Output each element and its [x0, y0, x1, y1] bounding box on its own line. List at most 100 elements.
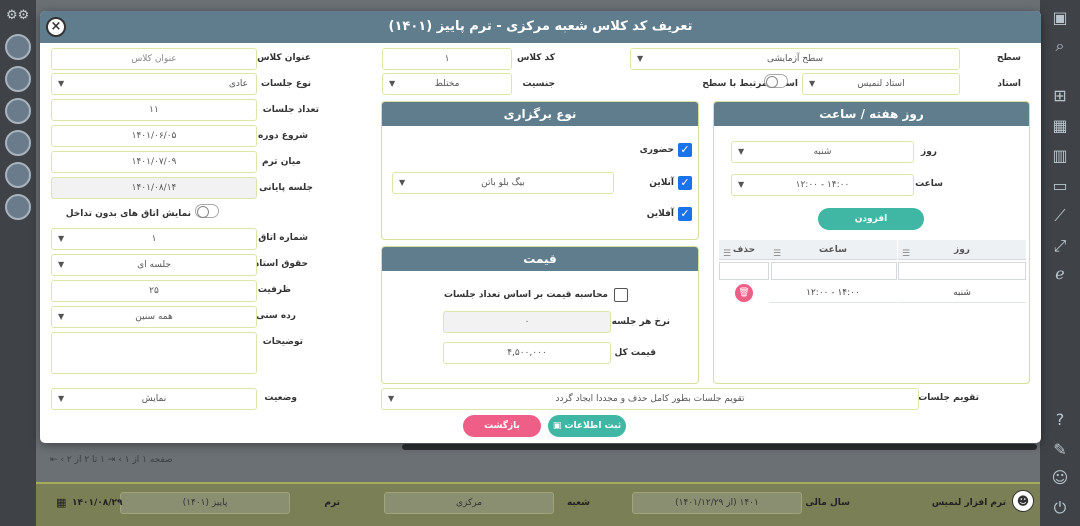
pager-page: صفحه ۱ از ۱ [124, 455, 173, 465]
user-icon[interactable]: ☺ [1040, 468, 1080, 487]
teacher-value: استاد لنمیس [857, 79, 905, 89]
total-price-label: قیمت کل [614, 348, 656, 358]
mid-term-input[interactable]: ۱۴۰۱/۰۷/۰۹ [51, 151, 257, 173]
teacher-select[interactable]: ▼ استاد لنمیس [802, 73, 960, 95]
app-avatar-4[interactable] [5, 130, 31, 156]
class-title-input[interactable]: عنوان کلاس [51, 48, 257, 70]
search-icon[interactable]: ⌕ [1040, 36, 1080, 56]
term-label: ترم [324, 498, 340, 508]
show-rooms-toggle[interactable] [195, 204, 219, 218]
related-teachers-toggle[interactable] [764, 74, 788, 88]
card-icon[interactable]: ▭ [1040, 176, 1080, 195]
class-code-input[interactable]: ۱ [382, 48, 512, 70]
room-number-select[interactable]: ▼ ۱ [51, 228, 257, 250]
description-textarea[interactable] [51, 332, 257, 374]
help-icon[interactable]: ? [1040, 410, 1080, 429]
chevron-down-icon: ▼ [58, 394, 65, 403]
branch-select[interactable]: مرکزی [384, 492, 554, 514]
teacher-label: استاد [997, 79, 1021, 89]
delivery-title: نوع برگزاری [382, 102, 698, 126]
online-checkbox[interactable]: ✓ [678, 176, 692, 190]
pager-next-icon[interactable]: › ⇥ [108, 455, 122, 465]
in-person-checkbox[interactable]: ✓ [678, 143, 692, 157]
hierarchy-icon[interactable]: ⊞ [1040, 86, 1080, 105]
course-start-label: شروع دوره [257, 131, 308, 141]
app-avatar-2[interactable] [5, 66, 31, 92]
user-avatar[interactable]: ☻ [1012, 490, 1034, 512]
app-avatar-1[interactable] [5, 34, 31, 60]
platform-value: بیگ بلو باتن [481, 178, 525, 188]
brush-icon[interactable]: ✎ [1040, 440, 1080, 459]
chevron-down-icon: ▼ [399, 178, 406, 187]
table-row-time: ۱۲:۰۰ - ۱۴:۰۰ [769, 283, 897, 303]
session-type-value: عادی [228, 79, 248, 89]
logo-icon[interactable]: ▣ [1040, 8, 1080, 27]
grid-header-day[interactable]: ☰ روز [898, 240, 1026, 260]
grid-filter-day[interactable] [898, 262, 1026, 280]
left-rail: ⚙⚙ [0, 0, 36, 526]
chevron-down-icon: ▼ [58, 79, 65, 88]
menu-icon[interactable]: ☰ [902, 244, 910, 264]
day-select[interactable]: ▼ شنبه [731, 141, 914, 163]
time-select[interactable]: ▼ ۱۲:۰۰ - ۱۴:۰۰ [731, 174, 914, 196]
offline-checkbox[interactable]: ✓ [678, 207, 692, 221]
session-count-input[interactable]: ۱۱ [51, 99, 257, 121]
grid-header-delete[interactable]: ☰ حذف [719, 240, 769, 260]
platform-select[interactable]: ▼ بیگ بلو باتن [392, 172, 614, 194]
grid-filter-delete[interactable] [719, 262, 769, 280]
capacity-input[interactable]: ۲۵ [51, 280, 257, 302]
add-schedule-button[interactable]: افزودن [818, 208, 924, 230]
app-avatar-5[interactable] [5, 162, 31, 188]
total-price-input[interactable]: ۴,۵۰۰,۰۰۰ [443, 342, 611, 364]
save-button[interactable]: ▣ ثبت اطلاعات [548, 415, 626, 437]
expand-icon[interactable]: ⤢ [1040, 236, 1080, 256]
horizontal-scrollbar[interactable] [402, 444, 1037, 450]
age-group-select[interactable]: ▼ همه سنین [51, 306, 257, 328]
close-icon[interactable]: × [46, 17, 66, 37]
app-avatar-3[interactable] [5, 98, 31, 124]
course-start-input[interactable]: ۱۴۰۱/۰۶/۰۵ [51, 125, 257, 147]
grid-header-time[interactable]: ☰ ساعت [769, 240, 897, 260]
session-type-select[interactable]: ▼ عادی [51, 73, 257, 95]
term-select[interactable]: پاییز (۱۴۰۱) [120, 492, 290, 514]
level-select[interactable]: ▼ سطح آزمایشی [630, 48, 960, 70]
year-select[interactable]: (از ۱۴۰۱/۱۲/۲۹) ۱۴۰۱ [632, 492, 802, 514]
room-number-value: ۱ [151, 234, 157, 244]
teacher-pay-select[interactable]: ▼ جلسه ای [51, 254, 257, 276]
gender-select[interactable]: ▼ مختلط [382, 73, 512, 95]
browser-icon[interactable]: ℯ [1040, 264, 1080, 283]
in-person-label: حضوری [639, 145, 674, 155]
bar-chart-icon[interactable]: ▥ [1040, 146, 1080, 165]
calendar-select[interactable]: ▼ تقویم جلسات بطور کامل حذف و مجددا ایجا… [381, 388, 919, 410]
app-avatar-6[interactable] [5, 194, 31, 220]
capacity-label: ظرفیت [257, 285, 291, 295]
mid-term-label: میان ترم [261, 157, 301, 167]
status-select[interactable]: ▼ نمایش [51, 388, 257, 410]
power-icon[interactable]: ⏻ [1040, 498, 1080, 518]
final-session-input[interactable]: ۱۴۰۱/۰۸/۱۴ [51, 177, 257, 199]
bottom-bar: ☻ ترم افزار لنمیس سال مالی (از ۱۴۰۱/۱۲/۲… [36, 482, 1040, 526]
pager: ⇤ ‹ صفحه ۱ از ۱ › ⇥ ۱ تا ۲ از ۲ [50, 455, 173, 465]
calendar-icon[interactable]: ▦ [56, 496, 66, 509]
day-label: روز [921, 147, 937, 157]
menu-icon[interactable]: ☰ [723, 244, 731, 264]
price-panel: قیمت محاسبه قیمت بر اساس تعداد جلسات نرخ… [381, 246, 699, 384]
pager-first-icon[interactable]: ⇤ ‹ [50, 455, 64, 465]
menu-icon[interactable]: ☰ [773, 244, 781, 264]
back-button[interactable]: بازگشت [463, 415, 541, 437]
line-chart-icon[interactable]: ⟋ [1040, 206, 1080, 226]
grid-icon[interactable]: ▦ [1040, 116, 1080, 135]
chevron-down-icon: ▼ [58, 260, 65, 269]
session-count-label: تعداد جلسات [262, 105, 319, 115]
teacher-pay-label: حقوق استاد [254, 259, 308, 269]
current-date: ۱۴۰۱/۰۸/۲۹ [72, 498, 123, 508]
status-value: نمایش [141, 394, 167, 404]
gender-label: جنسیت [522, 79, 555, 89]
settings-icon[interactable]: ⚙⚙ [6, 8, 29, 23]
trash-icon[interactable]: 🗑 [735, 284, 753, 302]
schedule-grid: ☰ روز ☰ ساعت ☰ حذف شنبه ۱۲:۰۰ - ۱۴:۰۰ 🗑 [719, 240, 1026, 305]
grid-filter-time[interactable] [771, 262, 897, 280]
by-sessions-checkbox[interactable] [614, 288, 628, 302]
per-session-input[interactable]: ۰ [443, 311, 611, 333]
per-session-label: نرخ هر جلسه [611, 317, 670, 327]
